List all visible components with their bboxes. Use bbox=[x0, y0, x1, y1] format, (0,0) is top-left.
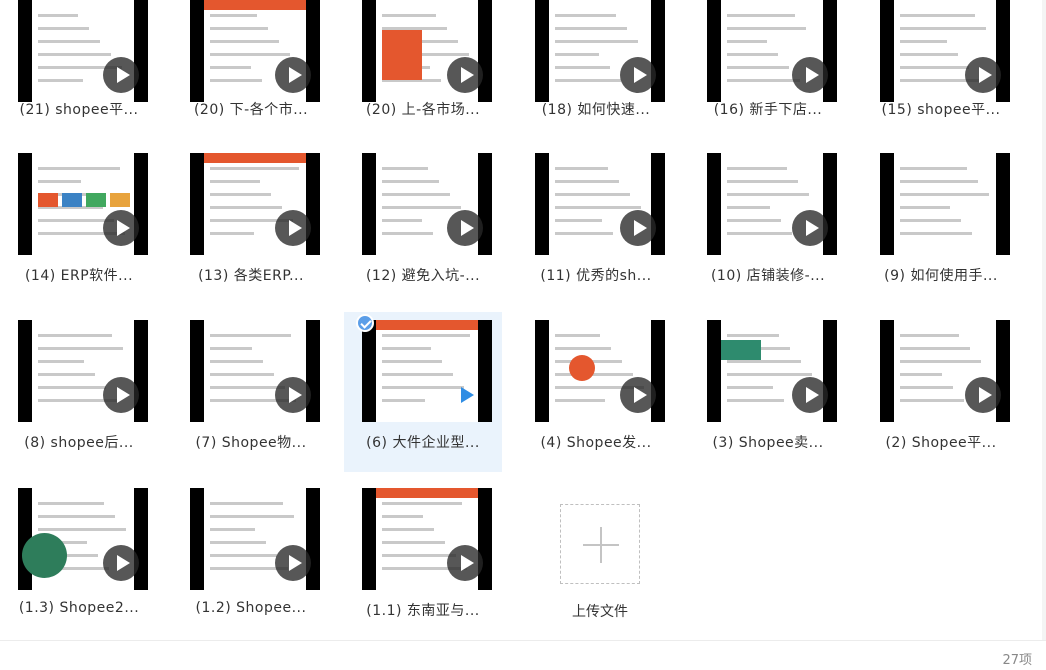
upload-label[interactable]: 上传文件 bbox=[520, 601, 680, 621]
video-thumbnail[interactable] bbox=[880, 0, 1010, 102]
file-tile[interactable]: (1.1) 东南亚与... bbox=[344, 486, 502, 646]
file-name: (3) Shopee卖... bbox=[712, 435, 824, 451]
file-name: (7) Shopee物... bbox=[195, 435, 307, 451]
video-thumbnail[interactable] bbox=[190, 153, 320, 255]
file-name: (1.1) 东南亚与... bbox=[366, 603, 480, 619]
play-icon[interactable] bbox=[965, 377, 1001, 413]
file-tile[interactable]: (13) 各类ERP... bbox=[172, 151, 330, 311]
file-name: (18) 如何快速... bbox=[541, 102, 651, 118]
video-thumbnail[interactable] bbox=[707, 320, 837, 422]
file-name: (15) shopee平... bbox=[881, 102, 1001, 118]
upload-button[interactable] bbox=[560, 504, 640, 584]
play-icon[interactable] bbox=[447, 545, 483, 581]
play-icon[interactable] bbox=[447, 377, 483, 413]
video-thumbnail[interactable] bbox=[362, 153, 492, 255]
file-name: (2) Shopee平... bbox=[885, 435, 997, 451]
file-name: (4) Shopee发... bbox=[540, 435, 652, 451]
video-thumbnail[interactable] bbox=[707, 153, 837, 255]
checkmark-icon[interactable] bbox=[356, 314, 374, 332]
play-icon[interactable] bbox=[792, 377, 828, 413]
video-thumbnail[interactable] bbox=[190, 320, 320, 422]
video-thumbnail[interactable] bbox=[362, 320, 492, 422]
status-bar: 27项 bbox=[0, 640, 1046, 670]
file-tile[interactable]: (10) 店铺装修-... bbox=[689, 151, 847, 311]
file-tile[interactable]: (4) Shopee发... bbox=[517, 318, 675, 478]
file-tile[interactable]: (1.2) Shopee... bbox=[172, 486, 330, 646]
play-icon[interactable] bbox=[792, 210, 828, 246]
file-name: (20) 上-各市场... bbox=[365, 102, 481, 118]
file-tile[interactable]: (1.3) Shopee2... bbox=[0, 486, 158, 646]
play-icon[interactable] bbox=[275, 545, 311, 581]
video-thumbnail[interactable] bbox=[190, 488, 320, 590]
play-icon[interactable] bbox=[620, 377, 656, 413]
file-tile[interactable]: (2) Shopee平... bbox=[862, 318, 1020, 478]
video-thumbnail[interactable] bbox=[707, 0, 837, 102]
video-thumbnail[interactable] bbox=[535, 320, 665, 422]
file-tile[interactable]: (6) 大件企业型... bbox=[344, 312, 502, 472]
video-thumbnail[interactable] bbox=[18, 320, 148, 422]
play-icon[interactable] bbox=[620, 57, 656, 93]
file-name: (11) 优秀的sh... bbox=[540, 268, 652, 284]
play-icon[interactable] bbox=[792, 57, 828, 93]
play-icon[interactable] bbox=[275, 57, 311, 93]
file-name: (14) ERP软件... bbox=[24, 268, 134, 284]
file-name: (13) 各类ERP... bbox=[198, 268, 304, 284]
play-icon[interactable] bbox=[447, 57, 483, 93]
file-name: (21) shopee平... bbox=[19, 102, 139, 118]
file-name: (16) 新手下店... bbox=[713, 102, 823, 118]
file-name: (6) 大件企业型... bbox=[366, 435, 480, 451]
file-tile[interactable]: (8) shopee后... bbox=[0, 318, 158, 478]
play-icon[interactable] bbox=[447, 210, 483, 246]
file-tile[interactable]: (7) Shopee物... bbox=[172, 318, 330, 478]
file-name: (20) 下-各个市... bbox=[193, 102, 309, 118]
video-thumbnail[interactable] bbox=[18, 0, 148, 102]
file-name: (1.3) Shopee2... bbox=[18, 600, 140, 616]
scrollbar[interactable] bbox=[1042, 0, 1046, 640]
file-tile[interactable]: (12) 避免入坑-... bbox=[344, 151, 502, 311]
file-tile[interactable]: (3) Shopee卖... bbox=[689, 318, 847, 478]
play-icon[interactable] bbox=[965, 57, 1001, 93]
video-thumbnail[interactable] bbox=[190, 0, 320, 102]
video-thumbnail[interactable] bbox=[362, 0, 492, 102]
play-icon[interactable] bbox=[103, 545, 139, 581]
play-icon[interactable] bbox=[103, 377, 139, 413]
file-name: (10) 店铺装修-... bbox=[710, 268, 826, 284]
file-tile[interactable]: (11) 优秀的sh... bbox=[517, 151, 675, 311]
file-tile[interactable]: (14) ERP软件... bbox=[0, 151, 158, 311]
play-icon[interactable] bbox=[620, 210, 656, 246]
file-tile[interactable]: (9) 如何使用手... bbox=[862, 151, 1020, 311]
video-thumbnail[interactable] bbox=[18, 488, 148, 590]
play-icon[interactable] bbox=[965, 210, 1001, 246]
file-name: (1.2) Shopee... bbox=[195, 600, 307, 616]
video-thumbnail[interactable] bbox=[880, 320, 1010, 422]
file-name: (9) 如何使用手... bbox=[884, 268, 998, 284]
video-thumbnail[interactable] bbox=[535, 0, 665, 102]
file-name: (8) shopee后... bbox=[24, 435, 134, 451]
play-icon[interactable] bbox=[275, 210, 311, 246]
video-thumbnail[interactable] bbox=[18, 153, 148, 255]
video-thumbnail[interactable] bbox=[362, 488, 492, 590]
file-name: (12) 避免入坑-... bbox=[365, 268, 481, 284]
item-count: 27项 bbox=[1002, 653, 1032, 668]
play-icon[interactable] bbox=[103, 57, 139, 93]
play-icon[interactable] bbox=[275, 377, 311, 413]
play-icon[interactable] bbox=[103, 210, 139, 246]
file-grid: (21) shopee平... (20) 下-各个市... (20) 上-各市场..… bbox=[0, 0, 1046, 640]
video-thumbnail[interactable] bbox=[880, 153, 1010, 255]
video-thumbnail[interactable] bbox=[535, 153, 665, 255]
